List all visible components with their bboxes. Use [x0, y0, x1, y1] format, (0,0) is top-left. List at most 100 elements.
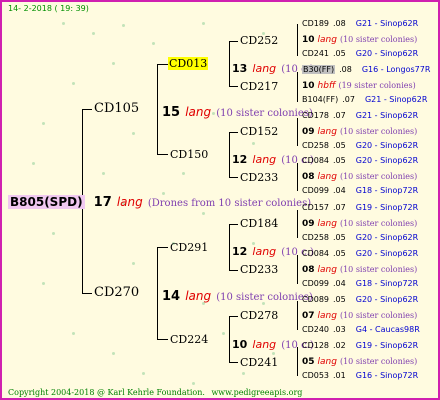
gen2-node[interactable]: CD150 — [170, 148, 208, 161]
leaf-origin: G20 - Sinop62R — [355, 141, 419, 150]
leaf-summary[interactable]: 09 lang (10 sister colonies) — [302, 127, 417, 137]
leaf-summary[interactable]: 10 lang (10 sister colonies) — [302, 35, 417, 45]
leaf-value: .05 — [333, 249, 346, 258]
gen3-node[interactable]: CD217 — [240, 80, 278, 93]
gen2-count: 12 — [232, 245, 248, 258]
leaf-node[interactable]: CD089.05 G20 - Sinop62R — [302, 295, 418, 304]
leaf-origin: G20 - Sinop62R — [355, 295, 419, 304]
leaf-id: CD128 — [302, 341, 330, 350]
connector — [229, 132, 230, 177]
leaf-count: 09 — [302, 127, 315, 137]
gen1-note: (10 sister colonies) — [216, 108, 313, 119]
leaf-id: CD053 — [302, 371, 330, 380]
leaf-id: B104(FF) — [302, 95, 339, 104]
leaf-origin: G18 - Sinop72R — [355, 186, 419, 195]
gen3-node[interactable]: CD252 — [240, 34, 278, 47]
leaf-summary[interactable]: 05 lang (10 sister colonies) — [302, 357, 417, 367]
leaf-value: .07 — [333, 111, 346, 120]
leaf-id: CD258 — [302, 233, 330, 242]
leaf-summary[interactable]: 08 lang (10 sister colonies) — [302, 172, 417, 182]
leaf-node[interactable]: CD084.05 G20 - Sinop62R — [302, 156, 418, 165]
leaf-node[interactable]: CD258.05 G20 - Sinop62R — [302, 233, 418, 242]
leaf-id: CD241 — [302, 49, 330, 58]
leaf-summary[interactable]: 09 lang (10 sister colonies) — [302, 219, 417, 229]
leaf-id: CD258 — [302, 141, 330, 150]
leaf-count: 10 — [302, 35, 315, 45]
leaf-value: .03 — [333, 325, 346, 334]
leaf-value: .08 — [333, 19, 346, 28]
leaf-summary[interactable]: 07 lang (10 sister colonies) — [302, 311, 417, 321]
connector — [297, 163, 298, 191]
gen3-node[interactable]: CD241 — [240, 356, 278, 369]
leaf-node[interactable]: CD157.07 G19 - Sinop72R — [302, 203, 418, 212]
gen2-lang: lang — [252, 245, 277, 258]
gen3-node[interactable]: CD184 — [240, 217, 278, 230]
gen2-count: 12 — [232, 153, 248, 166]
leaf-node[interactable]: CD084.05 G20 - Sinop62R — [302, 249, 418, 258]
leaf-origin: G4 - Caucas98R — [355, 325, 420, 334]
leaf-value: .05 — [333, 295, 346, 304]
gen2-node[interactable]: CD291 — [170, 241, 208, 254]
connector — [229, 316, 230, 362]
leaf-node[interactable]: CD189.08 G21 - Sinop62R — [302, 19, 418, 28]
connector — [229, 224, 230, 270]
watermark-dot — [42, 282, 45, 285]
leaf-origin: G16 - Sinop72R — [355, 371, 419, 380]
connector — [229, 362, 238, 363]
leaf-origin: G21 - Sinop62R — [355, 111, 419, 120]
leaf-note: (10 sister colonies) — [339, 35, 418, 44]
watermark-dot — [102, 172, 105, 175]
leaf-lang: lang — [317, 172, 337, 182]
leaf-node[interactable]: CD099.04 G18 - Sinop72R — [302, 279, 418, 288]
gen2-node[interactable]: CD224 — [170, 333, 208, 346]
connector — [157, 64, 168, 65]
watermark-dot — [112, 62, 115, 65]
leaf-lang: lang — [317, 265, 337, 275]
leaf-node[interactable]: CD053.01 G16 - Sinop72R — [302, 371, 418, 380]
leaf-value: .02 — [333, 341, 346, 350]
leaf-node[interactable]: CD099.04 G18 - Sinop72R — [302, 186, 418, 195]
leaf-node[interactable]: CD240.03 G4 - Caucas98R — [302, 325, 420, 334]
gen3-node[interactable]: CD278 — [240, 309, 278, 322]
leaf-id: B30(FF) — [302, 65, 336, 74]
leaf-node[interactable]: CD241.05 G20 - Sinop62R — [302, 49, 418, 58]
leaf-note: (19 sister colonies) — [338, 81, 416, 90]
leaf-id: CD089 — [302, 295, 330, 304]
leaf-count: 08 — [302, 172, 315, 182]
watermark-dot — [142, 372, 145, 375]
leaf-node[interactable]: CD178.07 G21 - Sinop62R — [302, 111, 418, 120]
leaf-node[interactable]: CD258.05 G20 - Sinop62R — [302, 141, 418, 150]
leaf-value: .04 — [333, 279, 346, 288]
leaf-count: 05 — [302, 357, 315, 367]
leaf-origin: G21 - Sinop62R — [364, 95, 428, 104]
leaf-node[interactable]: B104(FF) .07 G21 - Sinop62R — [302, 95, 427, 104]
watermark-dot — [62, 22, 65, 25]
leaf-origin: G20 - Sinop62R — [355, 156, 419, 165]
watermark-dot — [72, 332, 75, 335]
gen2-node[interactable]: CD013 — [168, 57, 209, 70]
watermark-dot — [112, 352, 115, 355]
leaf-value: .07 — [342, 95, 355, 104]
gen3-node[interactable]: CD152 — [240, 125, 278, 138]
leaf-count: 09 — [302, 219, 315, 229]
leaf-note: (10 sister colonies) — [339, 127, 418, 136]
leaf-value: .05 — [333, 49, 346, 58]
gen1-node[interactable]: CD105 — [94, 101, 139, 116]
gen1-lang: lang — [185, 289, 212, 303]
gen3-node[interactable]: CD233 — [240, 171, 278, 184]
leaf-summary[interactable]: 10 hbff (19 sister colonies) — [302, 81, 416, 91]
leaf-node[interactable]: CD128.02 G19 - Sinop62R — [302, 341, 418, 350]
footer-site-link[interactable]: www.pedigreeapis.org — [211, 388, 302, 397]
root-count: 17 — [93, 195, 112, 210]
leaf-summary[interactable]: 08 lang (10 sister colonies) — [302, 265, 417, 275]
gen1-node[interactable]: CD270 — [94, 285, 139, 300]
leaf-note: (10 sister colonies) — [339, 311, 418, 320]
connector — [229, 86, 238, 87]
watermark-dot — [52, 232, 55, 235]
leaf-node[interactable]: B30(FF) .08 G16 - Longos77R — [302, 65, 430, 74]
watermark-dot — [202, 212, 205, 215]
watermark-dot — [32, 162, 35, 165]
gen3-node[interactable]: CD233 — [240, 263, 278, 276]
root-node[interactable]: B805(SPD) 17 lang (Drones from 10 sister… — [8, 191, 311, 210]
watermark-dot — [222, 332, 225, 335]
